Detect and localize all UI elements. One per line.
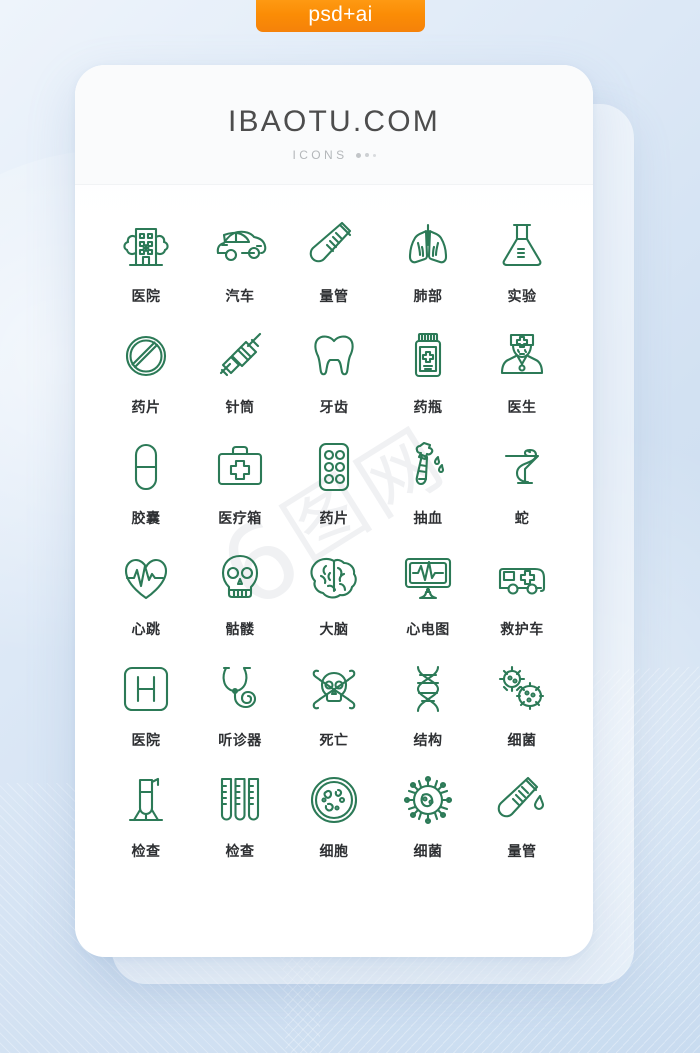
icon-label: 听诊器	[218, 733, 262, 749]
icon-cell[interactable]: 死亡	[287, 655, 381, 750]
icon-label: 量管	[507, 844, 537, 860]
test-tube-icon	[300, 211, 368, 279]
icon-cell[interactable]: 蛇	[475, 433, 569, 528]
icon-cell[interactable]: 细胞	[287, 766, 381, 861]
subtitle-text: ICONS	[292, 148, 348, 162]
icon-cell[interactable]: 心跳	[99, 544, 193, 639]
icon-cell[interactable]: 抽血	[381, 433, 475, 528]
icon-cell[interactable]: 骷髅	[193, 544, 287, 639]
test-tubes-icon	[206, 766, 274, 834]
icon-label: 量管	[319, 289, 349, 305]
tooth-icon	[300, 322, 368, 390]
petri-dish-cell-icon	[300, 766, 368, 834]
icon-cell[interactable]: 量管	[475, 766, 569, 861]
icon-cell[interactable]: 药片	[287, 433, 381, 528]
blood-draw-icon	[394, 433, 462, 501]
dna-icon	[394, 655, 462, 723]
car-icon	[206, 211, 274, 279]
icon-label: 药瓶	[413, 400, 443, 416]
page-subtitle: ICONS	[75, 148, 593, 162]
flask-icon	[488, 211, 556, 279]
icon-label: 大脑	[319, 622, 349, 638]
ellipsis-dots-icon	[355, 152, 376, 158]
icon-cell[interactable]: 医院	[99, 211, 193, 306]
capsule-icon	[112, 433, 180, 501]
skull-crossbones-icon	[300, 655, 368, 723]
first-aid-kit-icon	[206, 433, 274, 501]
icon-cell[interactable]: 医生	[475, 322, 569, 417]
pill-blister-pack-icon	[300, 433, 368, 501]
icon-label: 救护车	[500, 622, 544, 638]
icon-cell[interactable]: 医院	[99, 655, 193, 750]
icon-label: 检查	[225, 844, 255, 860]
icon-grid: 医院 汽车 量管 肺部 实验 药片 针筒 牙齿 药瓶 医生 胶囊 医疗箱 药片 …	[75, 185, 593, 891]
icon-cell[interactable]: 检查	[193, 766, 287, 861]
icon-label: 心电图	[406, 622, 450, 638]
icon-cell[interactable]: 听诊器	[193, 655, 287, 750]
icon-label: 细菌	[507, 733, 537, 749]
icon-cell[interactable]: 心电图	[381, 544, 475, 639]
icon-label: 汽车	[225, 289, 255, 305]
bacteria-icon	[488, 655, 556, 723]
icon-label: 胶囊	[131, 511, 161, 527]
icon-label: 医生	[507, 400, 537, 416]
skull-icon	[206, 544, 274, 612]
icon-label: 医疗箱	[218, 511, 262, 527]
icon-label: 抽血	[413, 511, 443, 527]
icon-cell[interactable]: 检查	[99, 766, 193, 861]
icon-label: 针筒	[225, 400, 255, 416]
psd-ai-badge: psd+ai	[256, 0, 425, 32]
syringe-icon	[206, 322, 274, 390]
virus-icon	[394, 766, 462, 834]
brain-icon	[300, 544, 368, 612]
icon-label: 医院	[131, 289, 161, 305]
test-tube-drop-icon	[488, 766, 556, 834]
icon-cell[interactable]: 牙齿	[287, 322, 381, 417]
icon-label: 心跳	[131, 622, 161, 638]
icon-cell[interactable]: 药片	[99, 322, 193, 417]
icon-label: 结构	[413, 733, 443, 749]
icon-label: 肺部	[413, 289, 443, 305]
snake-bowl-icon	[488, 433, 556, 501]
icon-label: 医院	[131, 733, 161, 749]
icon-label: 牙齿	[319, 400, 349, 416]
icon-cell[interactable]: 细菌	[381, 766, 475, 861]
icon-set-card: IBAOTU.COM ICONS 6图网 医院 汽车 量管 肺部 实验 药片 针…	[75, 65, 593, 957]
icon-label: 药片	[319, 511, 349, 527]
medicine-bottle-icon	[394, 322, 462, 390]
icon-cell[interactable]: 医疗箱	[193, 433, 287, 528]
pill-tablet-icon	[112, 322, 180, 390]
page-title: IBAOTU.COM	[227, 105, 440, 138]
ecg-monitor-icon	[394, 544, 462, 612]
icon-label: 蛇	[514, 511, 530, 527]
icon-label: 细菌	[413, 844, 443, 860]
icon-cell[interactable]: 大脑	[287, 544, 381, 639]
stethoscope-icon	[206, 655, 274, 723]
icon-cell[interactable]: 汽车	[193, 211, 287, 306]
icon-cell[interactable]: 结构	[381, 655, 475, 750]
icon-cell[interactable]: 胶囊	[99, 433, 193, 528]
icon-cell[interactable]: 药瓶	[381, 322, 475, 417]
icon-cell[interactable]: 实验	[475, 211, 569, 306]
icon-cell[interactable]: 救护车	[475, 544, 569, 639]
icon-cell[interactable]: 针筒	[193, 322, 287, 417]
icon-label: 实验	[507, 289, 537, 305]
hospital-building-icon	[112, 211, 180, 279]
icon-label: 检查	[131, 844, 161, 860]
heartbeat-icon	[112, 544, 180, 612]
test-tube-stand-icon	[112, 766, 180, 834]
icon-cell[interactable]: 细菌	[475, 655, 569, 750]
lungs-icon	[394, 211, 462, 279]
doctor-icon	[488, 322, 556, 390]
icon-cell[interactable]: 肺部	[381, 211, 475, 306]
card-header: IBAOTU.COM ICONS	[75, 65, 593, 185]
hospital-sign-icon	[112, 655, 180, 723]
ambulance-icon	[488, 544, 556, 612]
icon-label: 药片	[131, 400, 161, 416]
icon-label: 骷髅	[225, 622, 255, 638]
icon-label: 细胞	[319, 844, 349, 860]
icon-cell[interactable]: 量管	[287, 211, 381, 306]
icon-label: 死亡	[319, 733, 349, 749]
